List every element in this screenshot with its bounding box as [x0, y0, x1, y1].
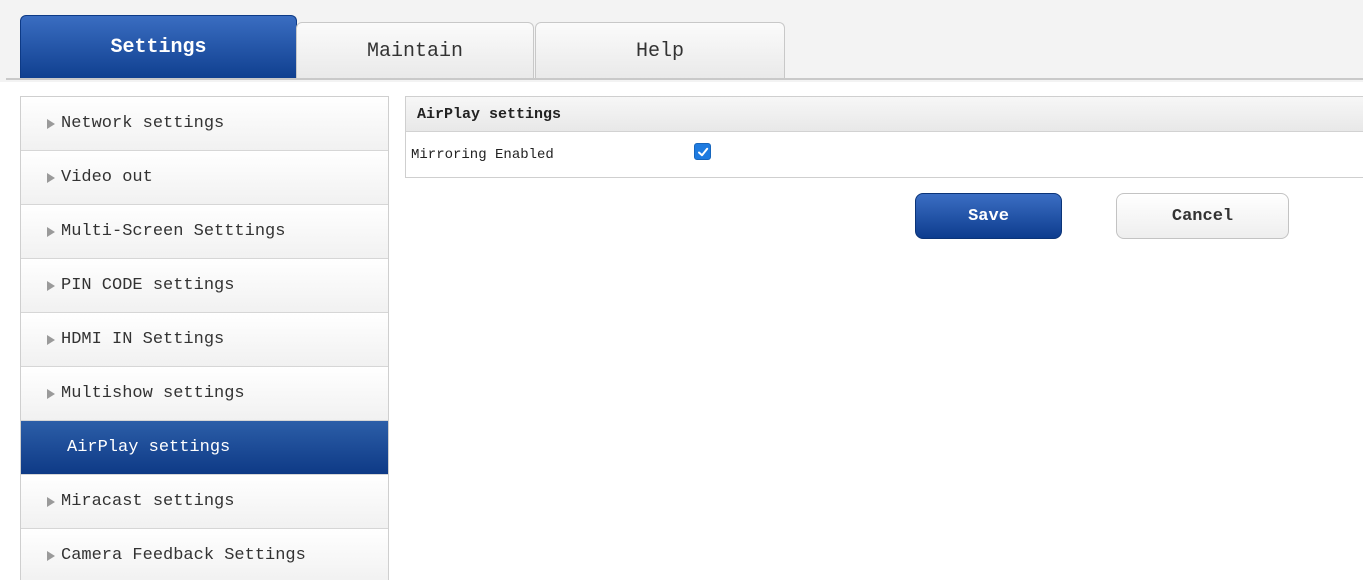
- triangle-right-icon: [47, 496, 55, 507]
- sidebar-item-label: Camera Feedback Settings: [61, 546, 306, 565]
- sidebar-item-airplay-settings[interactable]: AirPlay settings: [21, 421, 388, 475]
- panel-title: AirPlay settings: [406, 97, 1363, 132]
- sidebar-item-hdmi-in-settings[interactable]: HDMI IN Settings: [21, 313, 388, 367]
- sidebar-item-miracast-settings[interactable]: Miracast settings: [21, 475, 388, 529]
- tab-maintain[interactable]: Maintain: [296, 22, 534, 79]
- sidebar-item-label: HDMI IN Settings: [61, 330, 225, 349]
- triangle-right-icon: [47, 118, 55, 129]
- sidebar-item-network-settings[interactable]: Network settings: [21, 97, 388, 151]
- sidebar-item-label: Multishow settings: [61, 384, 245, 403]
- airplay-settings-panel: AirPlay settings Mirroring Enabled: [405, 96, 1363, 178]
- triangle-right-icon: [47, 334, 55, 345]
- sidebar-item-label: Video out: [61, 168, 153, 187]
- sidebar-item-pin-code-settings[interactable]: PIN CODE settings: [21, 259, 388, 313]
- sidebar-item-multi-screen-settings[interactable]: Multi-Screen Setttings: [21, 205, 388, 259]
- mirroring-enabled-checkbox[interactable]: [694, 143, 711, 160]
- mirroring-enabled-label: Mirroring Enabled: [411, 147, 554, 163]
- triangle-right-icon: [47, 550, 55, 561]
- triangle-right-icon: [47, 172, 55, 183]
- sidebar-item-label: PIN CODE settings: [61, 276, 235, 295]
- sidebar-item-label: Multi-Screen Setttings: [61, 222, 286, 241]
- top-navigation-bar: Settings Maintain Help: [0, 0, 1363, 82]
- cancel-button[interactable]: Cancel: [1116, 193, 1289, 239]
- sidebar-item-camera-feedback-settings[interactable]: Camera Feedback Settings: [21, 529, 388, 580]
- sidebar-item-label: Network settings: [61, 114, 225, 133]
- triangle-right-icon: [47, 388, 55, 399]
- check-icon: [697, 147, 708, 156]
- tab-settings[interactable]: Settings: [20, 15, 297, 79]
- sidebar-item-multishow-settings[interactable]: Multishow settings: [21, 367, 388, 421]
- triangle-right-icon: [47, 226, 55, 237]
- mirroring-row: Mirroring Enabled: [406, 132, 1363, 178]
- tab-help[interactable]: Help: [535, 22, 785, 79]
- sidebar-item-video-out[interactable]: Video out: [21, 151, 388, 205]
- triangle-right-icon: [47, 280, 55, 291]
- settings-sidebar: Network settings Video out Multi-Screen …: [20, 96, 389, 580]
- tab-bar-divider: [6, 78, 1363, 80]
- save-button[interactable]: Save: [915, 193, 1062, 239]
- sidebar-item-label: AirPlay settings: [67, 438, 231, 457]
- sidebar-item-label: Miracast settings: [61, 492, 235, 511]
